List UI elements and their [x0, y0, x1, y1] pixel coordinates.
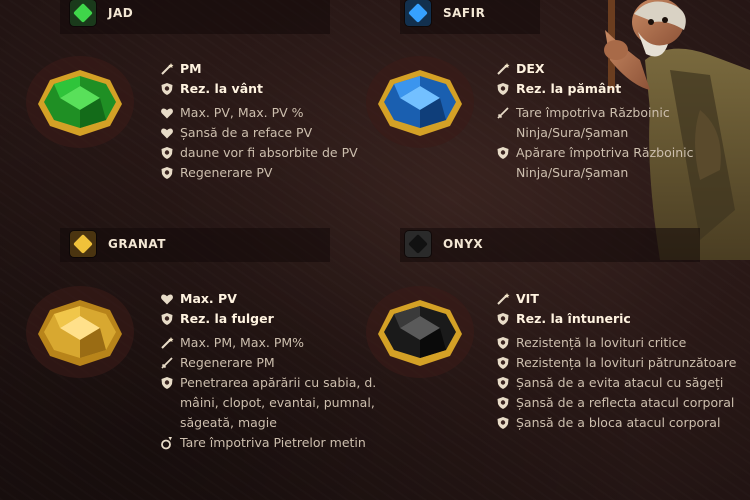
granat-primary-stat-label: Rez. la fulger — [180, 311, 274, 326]
shield-icon — [496, 82, 510, 96]
granat-secondary-stat-1: Regenerare PM — [160, 353, 410, 373]
jad-stats: PM Rez. la vânt Max. PV, Max. PV % Șansă de… — [160, 59, 390, 183]
shield-icon — [160, 82, 174, 96]
jad-gem-image — [26, 56, 134, 148]
jad-primary-stat-1: Rez. la vânt — [160, 79, 390, 99]
heart-icon — [160, 292, 174, 306]
onyx-title: ONYX — [443, 237, 484, 251]
safir-title: SAFIR — [443, 6, 486, 20]
granat-secondary-stat-3: Tare împotriva Pietrelor metin — [160, 433, 410, 453]
safir-primary-stat-label: DEX — [516, 61, 545, 76]
shield-icon — [160, 146, 174, 160]
granat-gem-image — [26, 286, 134, 378]
jad-primary-stat-0: PM — [160, 59, 390, 79]
jad-header: JAD — [70, 0, 133, 26]
jad-secondary-stat-label: Max. PV, Max. PV % — [180, 105, 304, 120]
shield-icon — [160, 312, 174, 326]
jad-primary-stat-label: PM — [180, 61, 202, 76]
onyx-mini-gem-icon — [405, 231, 431, 257]
granat-secondary-stat-0: Max. PM, Max. PM% — [160, 333, 410, 353]
jad-secondary-stat-label: Șansă de a reface PV — [180, 125, 313, 140]
onyx-secondary-stat-3: Șansă de a reflecta atacul corporal — [496, 393, 741, 413]
safir-primary-stat-1: Rez. la pământ — [496, 79, 696, 99]
jad-title: JAD — [108, 6, 134, 20]
jad-mini-gem-icon — [70, 0, 96, 26]
jad-secondary-stat-0: Max. PV, Max. PV % — [160, 103, 390, 123]
onyx-primary-stat-1: Rez. la întuneric — [496, 309, 741, 329]
shield-icon — [496, 336, 510, 350]
jad-secondary-stat-3: Regenerare PV — [160, 163, 390, 183]
onyx-secondary-stat-label: Șansă de a bloca atacul corporal — [516, 415, 721, 430]
shield-icon — [160, 166, 174, 180]
onyx-secondary-stat-label: Rezistență la lovituri critice — [516, 335, 687, 350]
sword-icon — [496, 106, 510, 120]
wand-icon — [496, 62, 510, 76]
jad-primary-stat-label: Rez. la vânt — [180, 81, 264, 96]
jad-secondary-stat-2: daune vor fi absorbite de PV — [160, 143, 390, 163]
sword-icon — [160, 356, 174, 370]
safir-stats: DEX Rez. la pământ Tare împotriva Războini… — [496, 59, 696, 183]
safir-secondary-stat-0: Tare împotriva Războinic Ninja/Sura/Șama… — [496, 103, 696, 143]
granat-secondary-stat-2: Penetrarea apărării cu sabia, d. mâini, … — [160, 373, 410, 433]
safir-secondary-stat-1: Apărare împotriva Războinic Ninja/Sura/Ș… — [496, 143, 696, 183]
granat-secondary-stat-label: Penetrarea apărării cu sabia, d. mâini, … — [180, 375, 377, 430]
wand-icon — [160, 62, 174, 76]
onyx-secondary-stat-label: Rezistența la lovituri pătrunzătoare — [516, 355, 737, 370]
safir-primary-stat-0: DEX — [496, 59, 696, 79]
granat-secondary-stat-label: Tare împotriva Pietrelor metin — [180, 435, 366, 450]
granat-header: GRANAT — [70, 231, 166, 257]
safir-secondary-stat-label: Apărare împotriva Războinic Ninja/Sura/Ș… — [516, 145, 694, 180]
safir-primary-stat-label: Rez. la pământ — [516, 81, 622, 96]
shield-icon — [496, 146, 510, 160]
onyx-primary-stat-0: VIT — [496, 289, 741, 309]
granat-primary-stat-0: Max. PV — [160, 289, 410, 309]
jad-secondary-stat-1: Șansă de a reface PV — [160, 123, 390, 143]
onyx-header: ONYX — [405, 231, 483, 257]
onyx-secondary-stat-0: Rezistență la lovituri critice — [496, 333, 741, 353]
onyx-secondary-stat-4: Șansă de a bloca atacul corporal — [496, 413, 741, 433]
onyx-primary-stat-label: VIT — [516, 291, 539, 306]
onyx-secondary-stat-label: Șansă de a evita atacul cu săgeți — [516, 375, 724, 390]
ring-icon — [160, 436, 174, 450]
heart-icon — [160, 126, 174, 140]
granat-primary-stat-1: Rez. la fulger — [160, 309, 410, 329]
heart-icon — [160, 106, 174, 120]
onyx-stats: VIT Rez. la întuneric Rezistență la lovitu… — [496, 289, 741, 433]
onyx-primary-stat-label: Rez. la întuneric — [516, 311, 631, 326]
onyx-secondary-stat-2: Șansă de a evita atacul cu săgeți — [496, 373, 741, 393]
wand-icon — [160, 336, 174, 350]
jad-secondary-stat-label: Regenerare PV — [180, 165, 273, 180]
granat-primary-stat-label: Max. PV — [180, 291, 237, 306]
safir-header: SAFIR — [405, 0, 485, 26]
onyx-secondary-stat-label: Șansă de a reflecta atacul corporal — [516, 395, 735, 410]
wand-icon — [496, 292, 510, 306]
granat-mini-gem-icon — [70, 231, 96, 257]
shield-icon — [160, 376, 174, 390]
granat-secondary-stat-label: Max. PM, Max. PM% — [180, 335, 305, 350]
shield-icon — [496, 356, 510, 370]
safir-mini-gem-icon — [405, 0, 431, 26]
shield-icon — [496, 376, 510, 390]
safir-secondary-stat-label: Tare împotriva Războinic Ninja/Sura/Șama… — [516, 105, 670, 140]
shield-icon — [496, 416, 510, 430]
granat-stats: Max. PV Rez. la fulger Max. PM, Max. PM% Re… — [160, 289, 410, 453]
onyx-secondary-stat-1: Rezistența la lovituri pătrunzătoare — [496, 353, 741, 373]
jad-secondary-stat-label: daune vor fi absorbite de PV — [180, 145, 358, 160]
granat-title: GRANAT — [108, 237, 166, 251]
granat-secondary-stat-label: Regenerare PM — [180, 355, 275, 370]
shield-icon — [496, 312, 510, 326]
shield-icon — [496, 396, 510, 410]
